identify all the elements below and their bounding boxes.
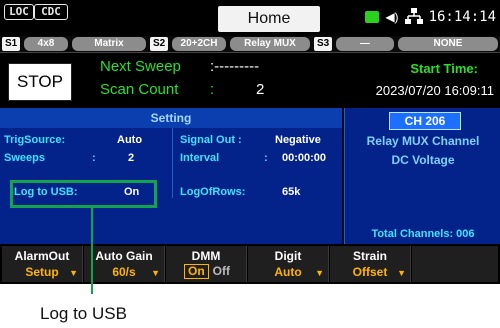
signal-out-label: Signal Out : bbox=[180, 134, 242, 146]
tab-s3-type[interactable]: — bbox=[336, 37, 394, 51]
total-channels: Total Channels: 006 bbox=[371, 228, 475, 240]
softkey-dmm-title: DMM bbox=[191, 249, 221, 263]
start-time-value: 2023/07/20 16:09:11 bbox=[375, 83, 494, 98]
softkey-auto-gain-title: Auto Gain bbox=[95, 249, 153, 263]
loc-badge: LOC bbox=[4, 4, 34, 20]
status-bar: LOC CDC Home ◀) 16:14:14 bbox=[0, 0, 500, 36]
next-sweep-value: :--------- bbox=[210, 58, 260, 75]
stop-button[interactable]: STOP bbox=[8, 63, 72, 101]
scan-count-value: 2 bbox=[256, 81, 265, 98]
callout-label: Log to USB bbox=[40, 304, 127, 323]
tab-s2-module[interactable]: Relay MUX bbox=[230, 37, 310, 51]
chevron-down-icon: ▼ bbox=[151, 268, 160, 278]
softkey-strain[interactable]: Strain Offset ▼ bbox=[330, 246, 411, 282]
log-to-usb-highlight bbox=[10, 180, 157, 208]
scan-count-label: Scan Count bbox=[100, 81, 179, 98]
slot-s2-badge[interactable]: S2 bbox=[150, 37, 169, 51]
softkey-strain-title: Strain bbox=[352, 249, 387, 263]
softkey-bar: AlarmOut Setup ▼ Auto Gain 60/s ▼ DMM On… bbox=[0, 244, 500, 284]
softkey-alarmout[interactable]: AlarmOut Setup ▼ bbox=[2, 246, 83, 282]
sweeps-separator: : bbox=[92, 152, 96, 164]
setting-panel: Setting TrigSource: Auto Signal Out : Ne… bbox=[0, 108, 342, 244]
interval-separator: : bbox=[264, 152, 268, 164]
chevron-down-icon: ▼ bbox=[315, 268, 324, 278]
setting-header: Setting bbox=[0, 108, 342, 128]
slot-s1-badge[interactable]: S1 bbox=[2, 37, 21, 51]
softkey-alarmout-title: AlarmOut bbox=[14, 249, 70, 263]
dmm-off-option[interactable]: Off bbox=[213, 264, 230, 279]
home-tab[interactable]: Home bbox=[218, 6, 320, 32]
clock: 16:14:14 bbox=[428, 9, 496, 25]
sweeps-label: Sweeps bbox=[4, 152, 45, 164]
chevron-down-icon: ▼ bbox=[397, 268, 406, 278]
channel-type: Relay MUX Channel bbox=[366, 134, 480, 148]
channel-panel: CH 206 Relay MUX Channel DC Voltage Tota… bbox=[344, 108, 500, 244]
softkey-dmm[interactable]: DMM On Off bbox=[166, 246, 247, 282]
next-sweep-label: Next Sweep bbox=[100, 58, 181, 75]
dmm-toggle[interactable]: On Off bbox=[184, 264, 230, 279]
log-of-rows-label: LogOfRows: bbox=[180, 186, 246, 198]
status-indicators: ◀) 16:14:14 bbox=[365, 5, 496, 29]
interval-label: Interval bbox=[180, 152, 220, 164]
scan-count-separator: : bbox=[210, 81, 215, 98]
chevron-down-icon: ▼ bbox=[69, 268, 78, 278]
setting-divider bbox=[172, 128, 173, 198]
tab-s3-module[interactable]: NONE bbox=[398, 37, 498, 51]
tab-s1-module[interactable]: Matrix bbox=[72, 37, 146, 51]
trigsource-value: Auto bbox=[117, 134, 143, 146]
callout-line bbox=[91, 208, 93, 294]
softkey-digit-title: Digit bbox=[274, 249, 302, 263]
interval-value: 00:00:00 bbox=[282, 152, 327, 164]
softkey-auto-gain[interactable]: Auto Gain 60/s ▼ bbox=[84, 246, 165, 282]
tab-s1-type[interactable]: 4x8 bbox=[24, 37, 68, 51]
dmm-on-option[interactable]: On bbox=[184, 264, 209, 279]
cdc-badge: CDC bbox=[34, 4, 68, 20]
slot-s3-badge[interactable]: S3 bbox=[314, 37, 333, 51]
instrument-screen: LOC CDC Home ◀) 16:14:14 S1 4x8 Matrix S… bbox=[0, 0, 500, 284]
network-icon bbox=[404, 7, 423, 27]
sweeps-value: 2 bbox=[128, 152, 135, 164]
softkey-digit[interactable]: Digit Auto ▼ bbox=[248, 246, 329, 282]
signal-out-value: Negative bbox=[275, 134, 321, 146]
tab-s2-type[interactable]: 20+2CH bbox=[172, 37, 226, 51]
speaker-icon: ◀) bbox=[385, 10, 399, 24]
scan-info-area: STOP Next Sweep :--------- Scan Count : … bbox=[0, 52, 500, 109]
trigsource-label: TrigSource: bbox=[4, 134, 66, 146]
log-of-rows-value: 65k bbox=[282, 186, 301, 198]
softkey-empty[interactable] bbox=[412, 246, 498, 282]
storage-icon bbox=[365, 11, 380, 23]
channel-function: DC Voltage bbox=[391, 153, 455, 167]
start-time-label: Start Time: bbox=[410, 61, 478, 76]
module-tab-row: S1 4x8 Matrix S2 20+2CH Relay MUX S3 — N… bbox=[0, 36, 500, 52]
channel-badge: CH 206 bbox=[389, 112, 461, 130]
